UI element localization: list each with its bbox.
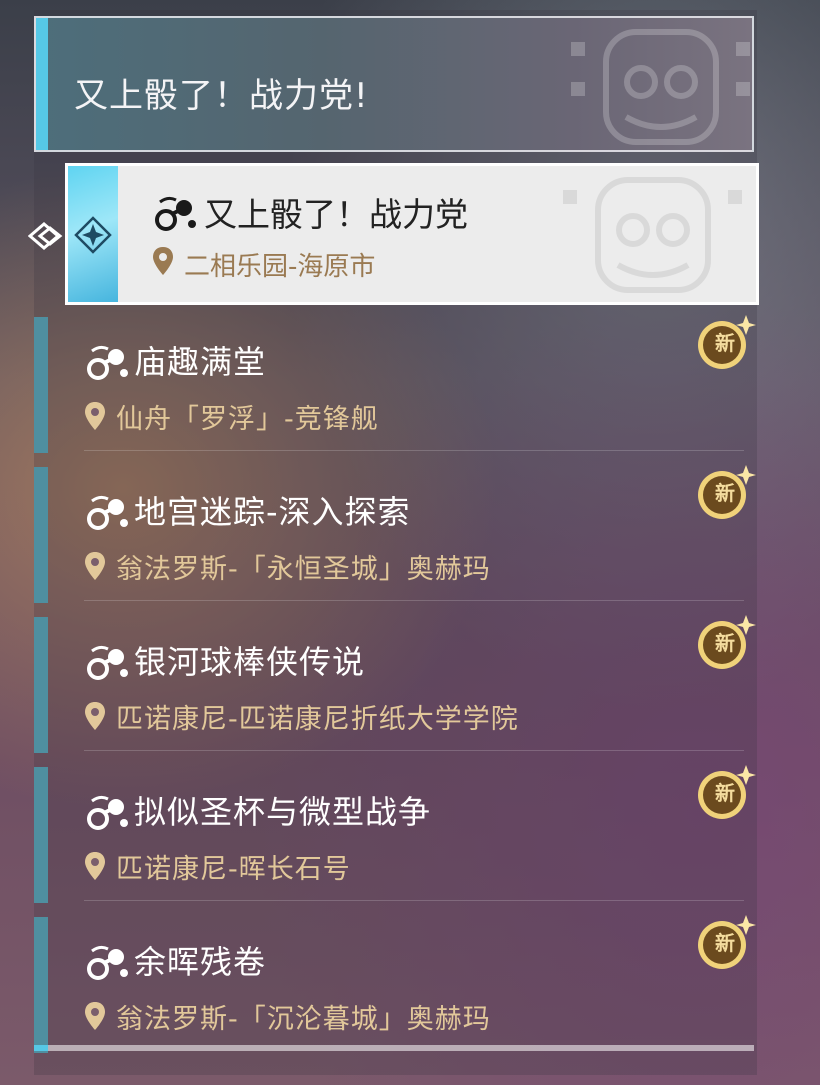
quest-name: 庙趣满堂 [134, 343, 267, 381]
new-badge-label: 新 [715, 631, 735, 655]
item-accent-strip [34, 467, 48, 603]
item-divider [84, 750, 744, 751]
bottom-accent [34, 1045, 48, 1051]
quest-icon [87, 345, 128, 380]
list-bottom-edge [34, 1045, 754, 1051]
quest-name: 余晖残卷 [134, 943, 267, 981]
item-divider [84, 900, 744, 901]
selected-quest-card[interactable]: 又上骰了！战力党 二相乐园-海原市 [65, 163, 759, 305]
item-divider [84, 450, 744, 451]
list-item[interactable]: 庙趣满堂 仙舟「罗浮」-竞锋舰 新 [34, 315, 756, 467]
quest-name: 银河球棒侠传说 [134, 643, 366, 681]
quest-icon [87, 495, 128, 530]
header-accent-bar [36, 18, 48, 150]
quest-name: 拟似圣杯与微型战争 [134, 793, 432, 831]
selected-quest-title: 又上骰了！战力党 [204, 195, 468, 234]
quest-location: 翁法罗斯-「永恒圣城」奥赫玛 [116, 554, 491, 585]
location-pin-icon [85, 1002, 105, 1030]
quest-location: 匹诺康尼-匹诺康尼折纸大学学院 [116, 704, 519, 735]
location-pin-icon [85, 552, 105, 580]
quest-location: 匹诺康尼-晖长石号 [116, 854, 351, 885]
quest-location: 仙舟「罗浮」-竞锋舰 [116, 404, 379, 435]
list-item[interactable]: 地宫迷踪-深入探索 翁法罗斯-「永恒圣城」奥赫玛 新 [34, 465, 756, 617]
quest-icon [87, 795, 128, 830]
new-badge-label: 新 [715, 331, 735, 355]
diamond-icon [74, 216, 112, 254]
header-title: 又上骰了！战力党! [74, 76, 369, 116]
new-badge-label: 新 [715, 481, 735, 505]
location-pin-icon [153, 247, 173, 275]
quest-location: 翁法罗斯-「沉沦暮城」奥赫玛 [116, 1004, 491, 1035]
list-item[interactable]: 银河球棒侠传说 匹诺康尼-匹诺康尼折纸大学学院 新 [34, 615, 756, 767]
item-accent-strip [34, 767, 48, 903]
list-item[interactable]: 拟似圣杯与微型战争 匹诺康尼-晖长石号 新 [34, 765, 756, 917]
quest-icon [87, 645, 128, 680]
header-banner: 又上骰了！战力党! [34, 16, 754, 152]
emblem-icon [563, 177, 742, 293]
item-accent-strip [34, 917, 48, 1053]
new-badge-label: 新 [715, 931, 735, 955]
location-pin-icon [85, 852, 105, 880]
quest-icon [87, 945, 128, 980]
emblem-icon [571, 29, 750, 145]
selected-quest-location: 二相乐园-海原市 [184, 252, 376, 282]
new-badge-label: 新 [715, 781, 735, 805]
item-accent-strip [34, 317, 48, 453]
selection-pointer-icon [28, 222, 63, 250]
quest-icon [155, 196, 196, 231]
location-pin-icon [85, 702, 105, 730]
item-divider [84, 600, 744, 601]
quest-name: 地宫迷踪-深入探索 [134, 493, 411, 531]
location-pin-icon [85, 402, 105, 430]
item-accent-strip [34, 617, 48, 753]
